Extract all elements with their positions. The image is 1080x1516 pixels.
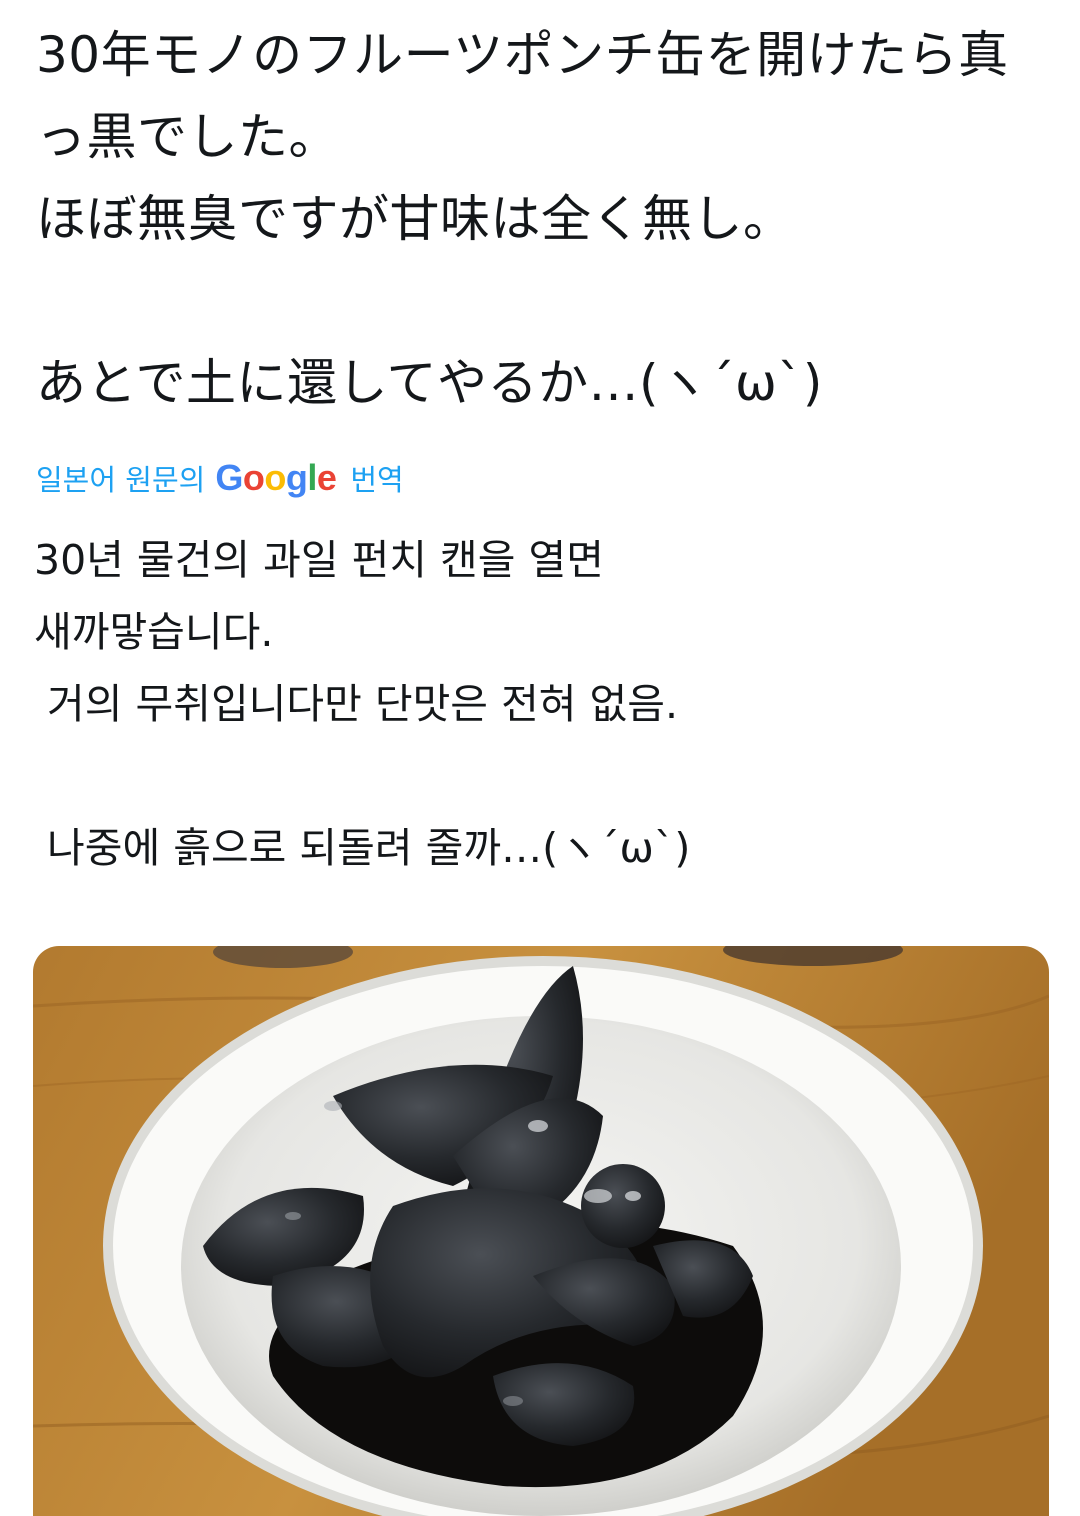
tweet-text-translated: 30년 물건의 과일 펀치 캔을 열면 새까맣습니다. 거의 무취입니다만 단맛…	[34, 536, 691, 872]
tweet-text-original: 30年モノのフルーツポンチ缶を開けたら真っ黒でした。 ほぼ無臭ですが甘味は全く無…	[36, 26, 1009, 412]
translation-suffix-label: 번역	[350, 463, 404, 497]
google-logo: Google	[215, 457, 337, 498]
translation-source-label: 일본어 원문의	[36, 463, 206, 497]
photo-bowl-of-black-fruit	[33, 946, 1049, 1516]
translation-attribution[interactable]: 일본어 원문의 Google 번역	[36, 450, 404, 506]
tweet-photo[interactable]	[33, 946, 1049, 1516]
